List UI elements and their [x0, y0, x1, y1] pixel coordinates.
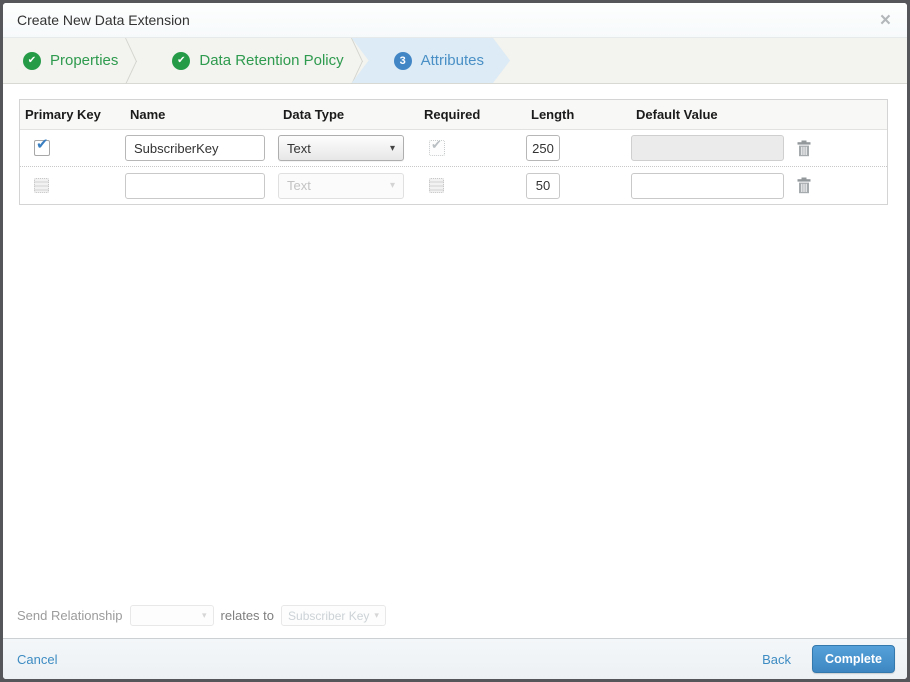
subscriber-key-select[interactable]: Subscriber Key ▾ — [281, 605, 386, 626]
send-relationship-field-select[interactable]: ▾ — [129, 605, 214, 626]
name-input[interactable] — [125, 172, 265, 199]
length-input[interactable] — [526, 172, 560, 199]
chevron-down-icon: ▾ — [389, 142, 395, 154]
data-type-select: Text ▾ — [278, 172, 404, 199]
required-checkbox: ✔ — [429, 137, 445, 156]
step-attributes[interactable]: 3 Attributes — [352, 38, 510, 83]
step-label: Attributes — [420, 52, 484, 69]
complete-button[interactable]: Complete — [812, 645, 895, 673]
step-label: Data Retention Policy — [199, 52, 344, 69]
table-row: Text ▾ — [20, 167, 887, 204]
length-input[interactable] — [526, 135, 560, 161]
table-row: ✔ Text ▾ ✔ — [20, 130, 887, 167]
primary-key-checkbox[interactable] — [34, 178, 49, 193]
data-type-select[interactable]: Text ▾ — [278, 135, 404, 161]
col-header-name: Name — [130, 107, 166, 122]
wizard-steps-bar: ✔ Properties ✔ Data Retention Policy 3 A… — [3, 38, 907, 84]
col-header-length: Length — [531, 107, 575, 122]
modal-title: Create New Data Extension — [17, 12, 190, 28]
chevron-down-icon: ▾ — [374, 610, 379, 620]
step-label: Properties — [50, 52, 119, 69]
subscriber-key-value: Subscriber Key — [288, 608, 370, 623]
attributes-content: Primary Key Name Data Type Required Leng… — [3, 84, 907, 638]
step-data-retention-policy[interactable]: ✔ Data Retention Policy — [152, 38, 377, 83]
step-number-icon: 3 — [394, 52, 412, 70]
delete-row-button[interactable] — [794, 138, 814, 159]
data-type-value: Text — [287, 178, 311, 193]
chevron-down-icon: ▾ — [202, 610, 207, 620]
primary-key-checkbox[interactable]: ✔ — [34, 136, 50, 156]
col-header-primary-key: Primary Key — [25, 107, 101, 122]
default-value-input — [631, 135, 784, 161]
back-link[interactable]: Back — [762, 652, 791, 667]
chevron-down-icon: ▾ — [389, 180, 395, 191]
send-relationship-row: Send Relationship ▾ relates to Subscribe… — [17, 605, 386, 626]
table-header-row: Primary Key Name Data Type Required Leng… — [20, 100, 887, 130]
close-icon[interactable]: × — [878, 11, 893, 30]
check-icon: ✔ — [36, 136, 49, 153]
delete-row-button[interactable] — [794, 175, 814, 196]
check-icon: ✔ — [431, 137, 442, 152]
cancel-link[interactable]: Cancel — [17, 652, 57, 667]
trash-icon — [797, 177, 811, 194]
trash-icon — [797, 140, 811, 156]
name-input[interactable] — [125, 135, 265, 161]
step-properties[interactable]: ✔ Properties — [3, 38, 152, 83]
check-circle-icon: ✔ — [172, 51, 191, 70]
check-circle-icon: ✔ — [23, 51, 41, 70]
modal-title-bar: Create New Data Extension × — [3, 3, 907, 38]
relates-to-label: relates to — [220, 608, 275, 623]
modal-footer: Cancel Back Complete — [3, 638, 907, 679]
required-checkbox[interactable] — [429, 178, 444, 193]
send-relationship-label: Send Relationship — [17, 608, 123, 623]
create-data-extension-modal: Create New Data Extension × ✔ Properties… — [0, 0, 910, 682]
col-header-required: Required — [424, 107, 481, 122]
col-header-default-value: Default Value — [636, 107, 718, 122]
col-header-data-type: Data Type — [283, 107, 345, 122]
default-value-input[interactable] — [631, 172, 784, 199]
attributes-table: Primary Key Name Data Type Required Leng… — [19, 99, 888, 205]
data-type-value: Text — [287, 140, 311, 156]
